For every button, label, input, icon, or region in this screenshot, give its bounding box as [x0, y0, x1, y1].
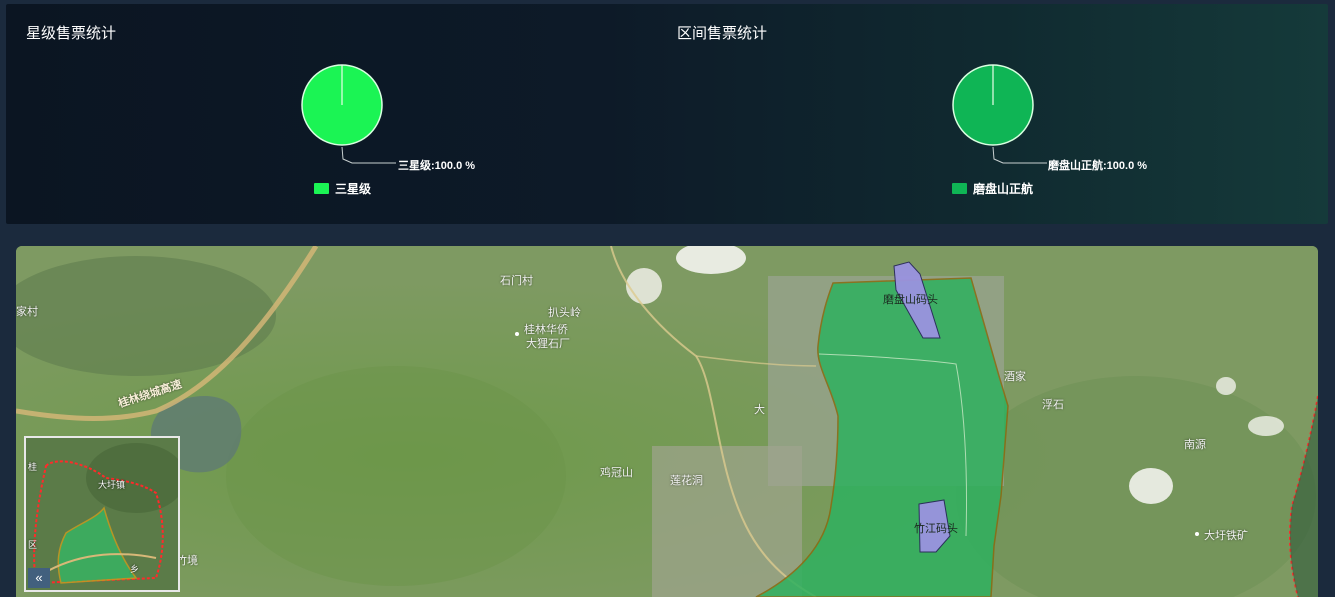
section-pie-label-line [992, 147, 1047, 164]
map-label-mopanshan-matou[interactable]: 磨盘山码头 [883, 291, 938, 307]
map-label-nanyuan: 南源 [1184, 439, 1206, 451]
section-pie-label: 磨盘山正航:100.0 % [1048, 160, 1148, 172]
star-legend-label: 三星级 [335, 182, 372, 196]
map-label-zhujiang-matou[interactable]: 竹江码头 [914, 520, 958, 536]
star-legend-swatch [314, 183, 329, 194]
star-legend-item[interactable]: 三星级 [314, 180, 371, 197]
map-label-patouling: 扒头岭 [548, 307, 581, 319]
overview-label-t3: 乡 [130, 564, 140, 574]
section-ticket-stats: 区间售票统计 磨盘山正航:100.0 % 磨盘山正航 [657, 4, 1328, 224]
satellite-basemap[interactable] [16, 246, 1318, 597]
poi-dot [1195, 532, 1199, 536]
section-pie-chart [951, 63, 1035, 147]
map-label-jiacun: 家村 [16, 306, 38, 318]
map-label-jiujia: 酒家 [1004, 371, 1026, 383]
map-label-shimencun: 石门村 [500, 275, 533, 287]
overview-minimap[interactable]: 桂 大圩镇 乡 区 « [24, 436, 180, 592]
overview-collapse-button[interactable]: « [28, 568, 50, 588]
map-label-jiguanshan: 鸡冠山 [600, 467, 633, 479]
star-ticket-stats: 星级售票统计 三星级:100.0 % 三星级 [6, 4, 656, 224]
overview-label-t1: 桂 [28, 462, 38, 472]
star-pie-chart [300, 63, 384, 147]
map-label-dali-shichang: 大狸石厂 [526, 338, 570, 350]
map-label-lianhuadong: 莲花洞 [670, 475, 703, 487]
overview-label-t2: 大圩镇 [98, 480, 126, 490]
map-view[interactable]: 石门村 家村 扒头岭 桂林华侨 大狸石厂 桂林绕城高速 大 鸡冠山 莲花洞 酒家… [16, 246, 1318, 597]
map-label-da: 大 [754, 404, 765, 416]
overview-label-t4: 区 [28, 540, 38, 550]
section-legend-item[interactable]: 磨盘山正航 [952, 180, 1033, 197]
statistics-panel: 星级售票统计 三星级:100.0 % 三星级 区间售票统计 磨盘山正航:100.… [6, 4, 1328, 224]
star-pie-label: 三星级:100.0 % [398, 160, 476, 172]
map-label-dayu-tiekuang: 大圩铁矿 [1204, 530, 1248, 542]
section-legend-swatch [952, 183, 967, 194]
star-stats-title: 星级售票统计 [26, 25, 117, 42]
poi-dot [515, 332, 519, 336]
section-legend-label: 磨盘山正航 [973, 182, 1034, 196]
map-label-fushi: 浮石 [1042, 399, 1064, 411]
star-pie-label-line [341, 147, 396, 164]
section-stats-title: 区间售票统计 [677, 25, 768, 42]
